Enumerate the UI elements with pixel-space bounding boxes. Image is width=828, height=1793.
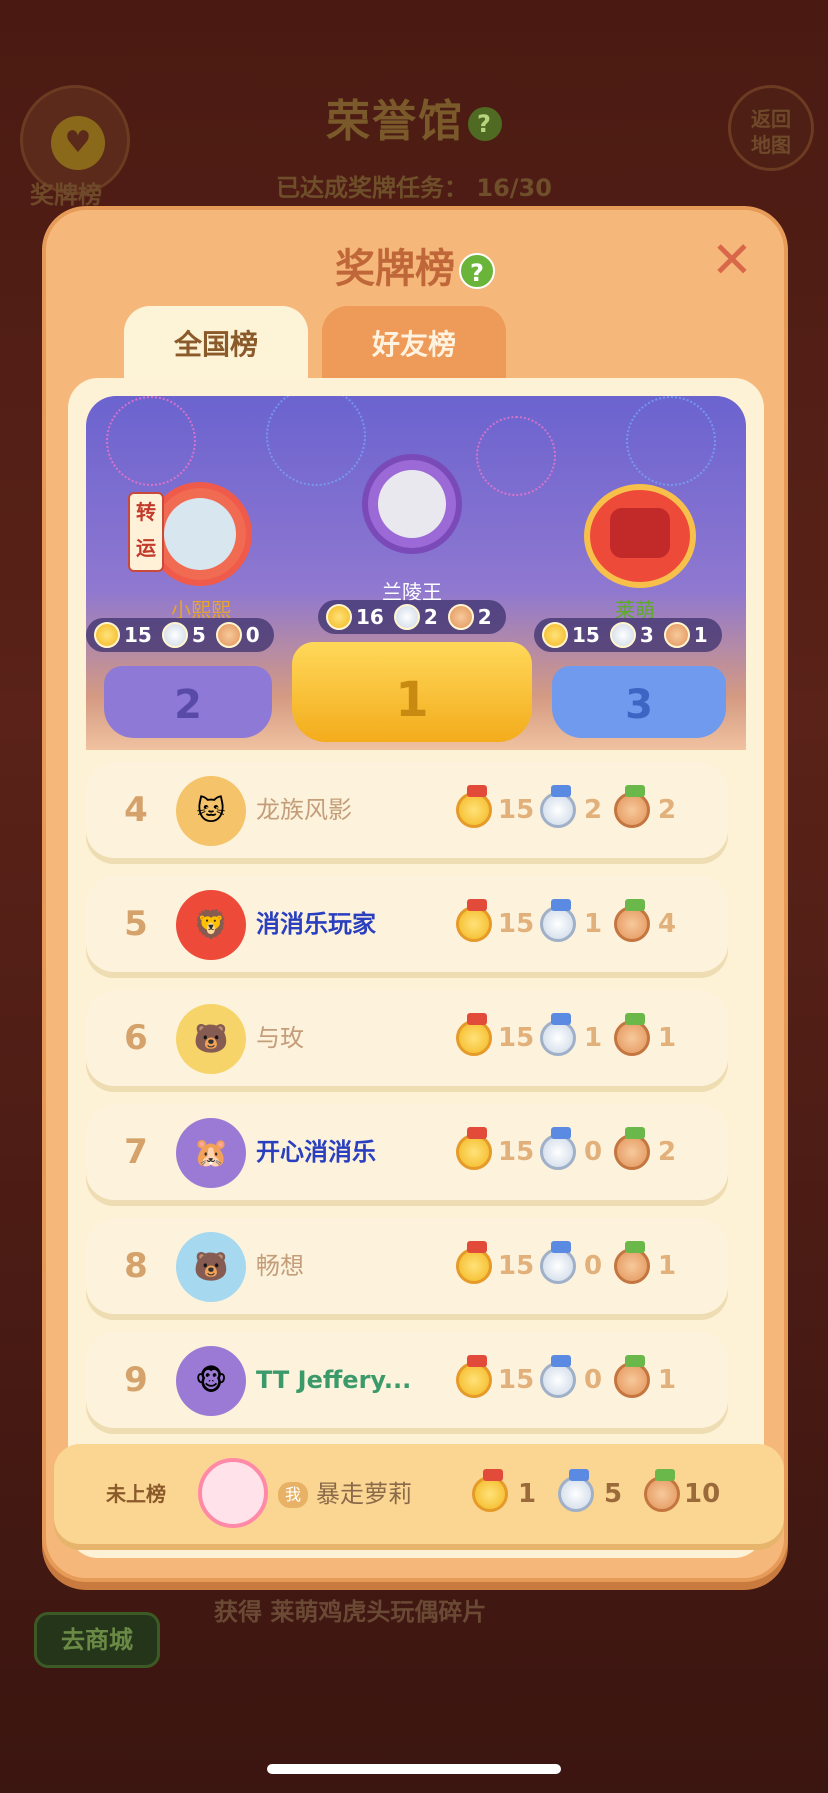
reward-hint: 获得 莱萌鸡虎头玩偶碎片 — [214, 1598, 487, 1626]
leaderboard-panel: 转运 小熙熙 15 5 0 2 兰陵王 16 2 2 1 莱萌 15 3 1 3… — [68, 378, 764, 1558]
bronze-medal-icon — [447, 604, 474, 630]
bronze-medal-icon — [614, 1241, 650, 1284]
silver-medal-icon — [540, 1241, 576, 1284]
third-place-medals: 15 3 1 — [534, 618, 722, 652]
tab-friends[interactable]: 好友榜 — [322, 306, 506, 384]
back-to-map-button[interactable]: 返回 地图 — [728, 85, 814, 171]
avatar: 🐵 — [176, 1346, 246, 1416]
firework-decoration — [106, 396, 196, 486]
luck-charm: 转运 — [128, 492, 164, 572]
list-item[interactable]: 8 🐻 畅想 15 0 1 — [86, 1218, 728, 1314]
me-badge: 我 — [278, 1482, 308, 1508]
bronze-medal-icon — [614, 785, 650, 828]
hall-of-honor-title: 荣誉馆? — [0, 85, 828, 149]
gold-medal-icon — [456, 785, 492, 828]
bronze-medal-icon — [644, 1469, 680, 1512]
list-item[interactable]: 5 🦁 消消乐玩家 15 1 4 — [86, 876, 728, 972]
silver-medal-icon — [558, 1469, 594, 1512]
silver-medal-icon — [609, 622, 636, 648]
my-rank-bar[interactable]: 未上榜 我 暴走萝莉 1 5 10 — [54, 1444, 784, 1544]
medal-task-progress: 已达成奖牌任务： 16/30 — [276, 174, 552, 202]
silver-medal-icon — [540, 785, 576, 828]
first-place-stage: 1 — [292, 642, 532, 742]
second-place-medals: 15 5 0 — [86, 618, 274, 652]
gold-medal-icon — [456, 1355, 492, 1398]
third-place-avatar[interactable] — [584, 484, 696, 588]
list-item[interactable]: 7 🐹 开心消消乐 15 0 2 — [86, 1104, 728, 1200]
gold-medal-icon — [94, 622, 120, 648]
bronze-medal-icon — [663, 622, 690, 648]
modal-title: 奖牌榜? — [46, 236, 784, 294]
gold-medal-icon — [456, 899, 492, 942]
tab-national[interactable]: 全国榜 — [124, 306, 308, 384]
silver-medal-icon — [393, 604, 420, 630]
firework-decoration — [476, 416, 556, 496]
firework-decoration — [266, 396, 366, 486]
bronze-medal-icon — [614, 1127, 650, 1170]
list-item[interactable]: 9 🐵 TT Jeffery... 15 0 1 — [86, 1332, 728, 1428]
avatar — [198, 1458, 268, 1528]
podium: 转运 小熙熙 15 5 0 2 兰陵王 16 2 2 1 莱萌 15 3 1 3 — [86, 396, 746, 750]
gold-medal-icon — [472, 1469, 508, 1512]
medal-board-modal: 奖牌榜? ✕ 全国榜 好友榜 转运 小熙熙 15 5 0 2 兰陵王 16 2 … — [42, 206, 788, 1582]
avatar: 🐻 — [176, 1004, 246, 1074]
second-place-stage: 2 — [104, 666, 272, 738]
list-item[interactable]: 6 🐻 与玫 15 1 1 — [86, 990, 728, 1086]
close-icon[interactable]: ✕ — [708, 235, 756, 285]
third-place-stage: 3 — [552, 666, 726, 738]
silver-medal-icon — [540, 1127, 576, 1170]
silver-medal-icon — [540, 899, 576, 942]
avatar: 🐻 — [176, 1232, 246, 1302]
help-icon[interactable]: ? — [459, 253, 495, 289]
silver-medal-icon — [540, 1355, 576, 1398]
bronze-medal-icon — [614, 1355, 650, 1398]
avatar: 🦁 — [176, 890, 246, 960]
go-shop-button[interactable]: 去商城 — [34, 1612, 160, 1668]
home-indicator[interactable] — [267, 1764, 561, 1774]
gold-medal-icon — [456, 1127, 492, 1170]
avatar: 🐹 — [176, 1118, 246, 1188]
help-icon[interactable]: ? — [468, 107, 502, 141]
bronze-medal-icon — [215, 622, 242, 648]
silver-medal-icon — [161, 622, 188, 648]
gold-medal-icon — [326, 604, 352, 630]
avatar: 🐱 — [176, 776, 246, 846]
first-place-avatar[interactable] — [362, 454, 462, 554]
list-item[interactable]: 4 🐱 龙族风影 15 2 2 — [86, 762, 728, 858]
bronze-medal-icon — [614, 1013, 650, 1056]
my-name: 暴走萝莉 — [316, 1480, 412, 1508]
not-ranked-label: 未上榜 — [106, 1482, 166, 1506]
gold-medal-icon — [456, 1241, 492, 1284]
bronze-medal-icon — [614, 899, 650, 942]
silver-medal-icon — [540, 1013, 576, 1056]
gold-medal-icon — [456, 1013, 492, 1056]
firework-decoration — [626, 396, 716, 486]
first-place-medals: 16 2 2 — [318, 600, 506, 634]
gold-medal-icon — [542, 622, 568, 648]
